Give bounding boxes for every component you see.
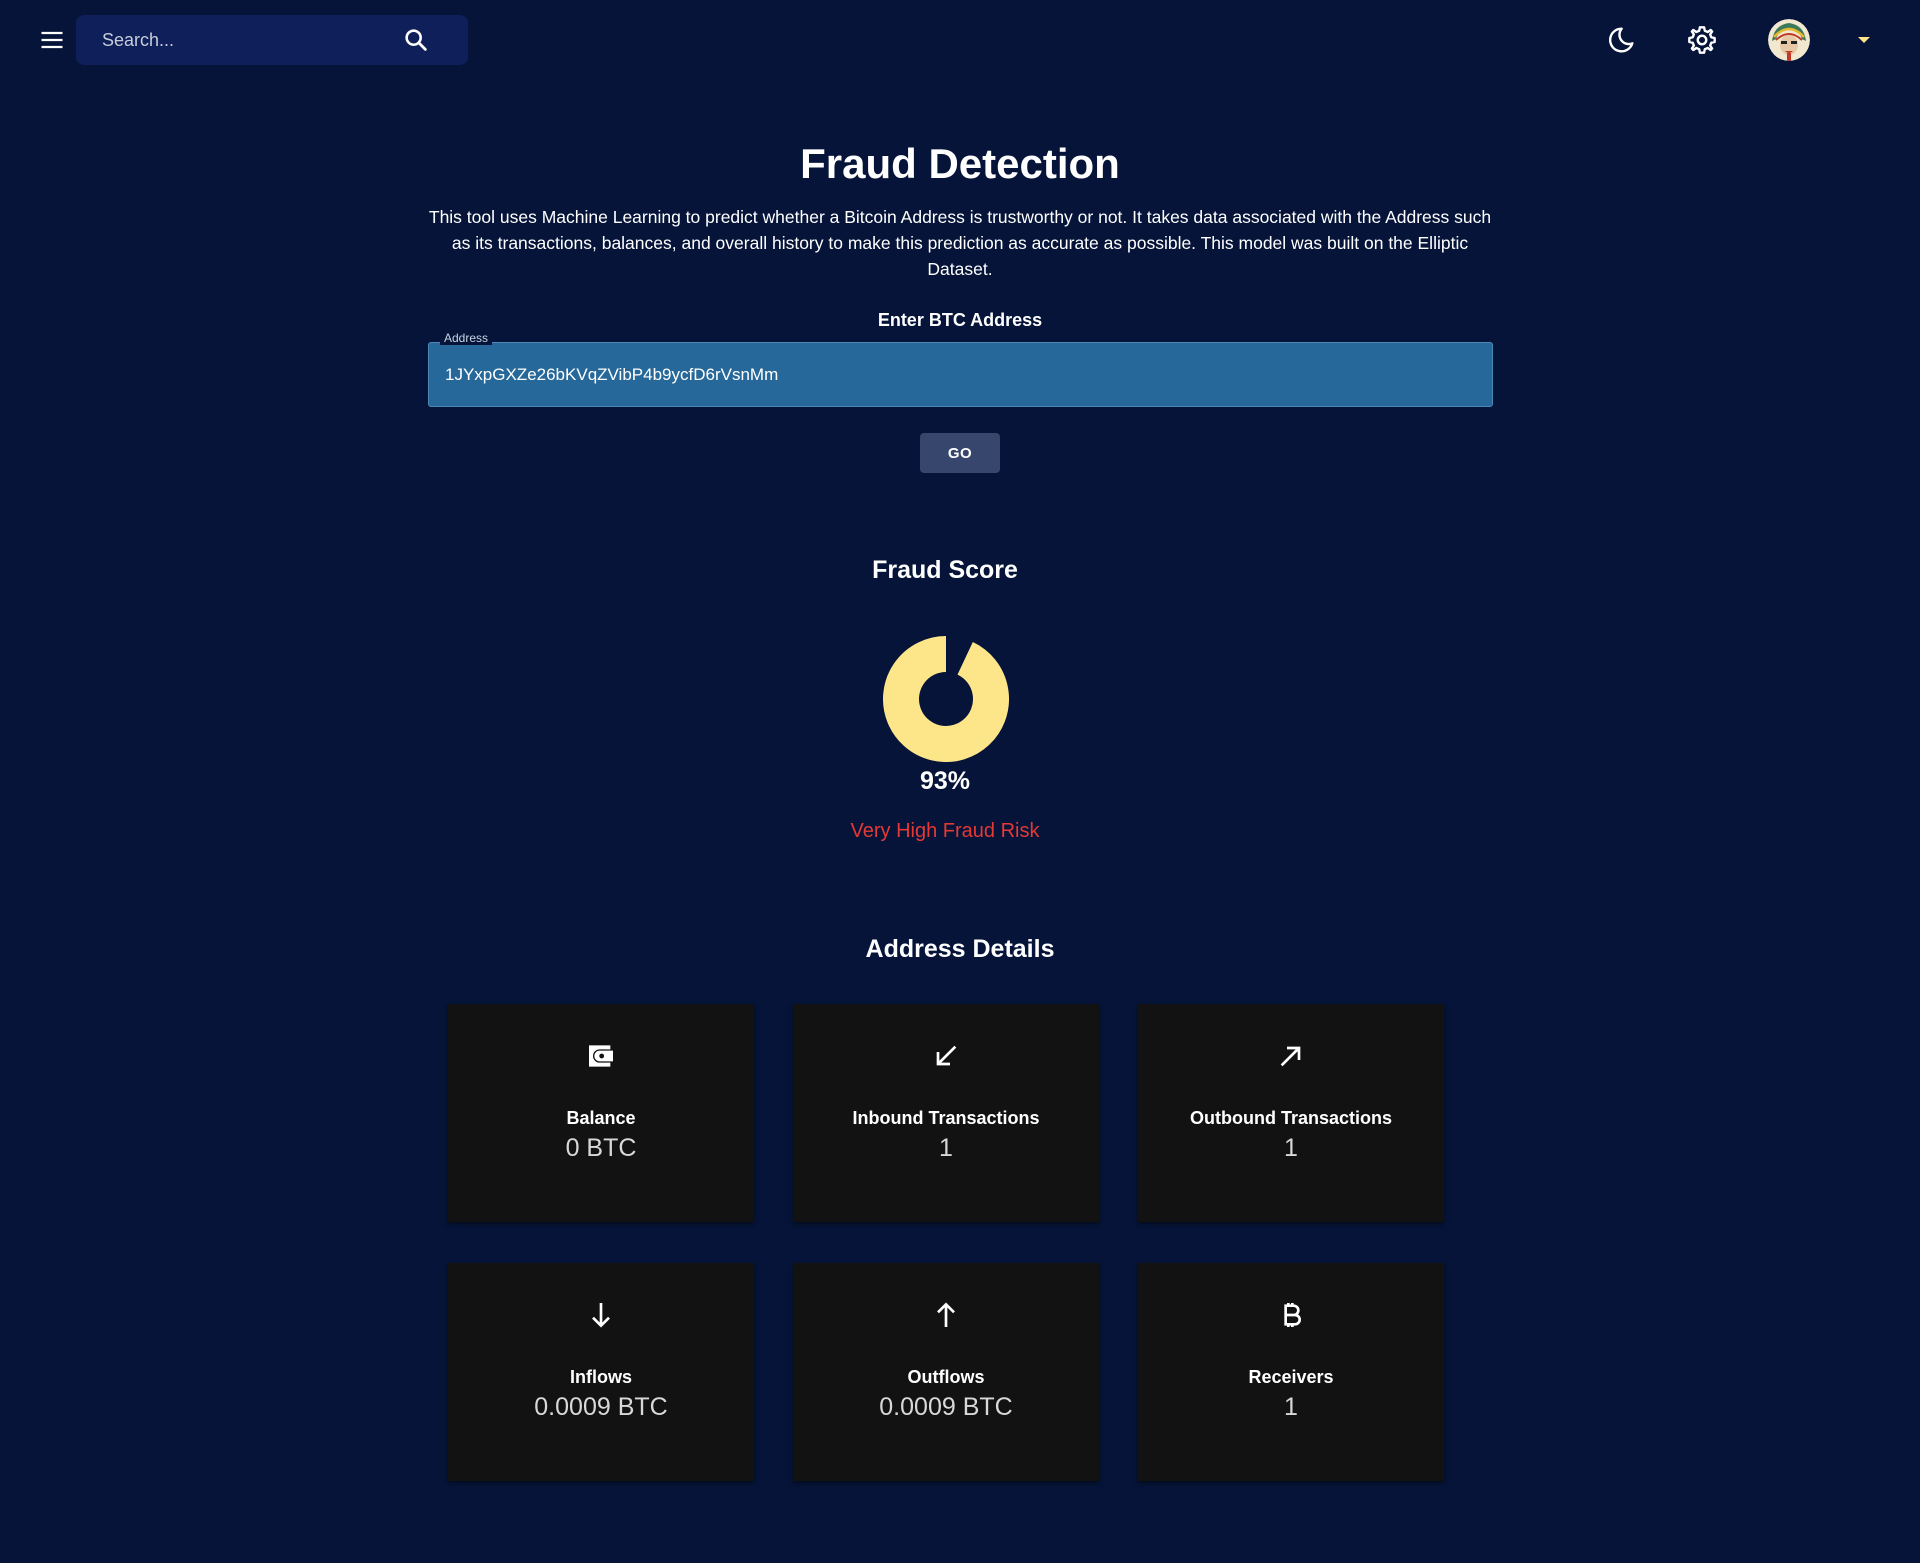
card-value: 0.0009 BTC <box>534 1393 668 1421</box>
receivers-card: Receivers 1 <box>1138 1263 1444 1481</box>
page-description: This tool uses Machine Learning to predi… <box>428 207 1492 279</box>
search-icon[interactable] <box>402 26 430 54</box>
card-value: 1 <box>1284 1134 1298 1162</box>
arrow-down-icon <box>592 1303 610 1328</box>
card-label: Balance <box>566 1108 636 1128</box>
address-field <box>428 342 1493 407</box>
card-value: 1 <box>939 1134 953 1162</box>
inbound-transactions-card: Inbound Transactions 1 <box>793 1004 1099 1222</box>
outbound-transactions-card: Outbound Transactions 1 <box>1138 1004 1444 1222</box>
arrow-down-left-icon <box>936 1045 957 1066</box>
top-app-bar <box>0 0 1920 80</box>
bitcoin-icon <box>1284 1303 1301 1327</box>
address-input[interactable] <box>445 343 1475 406</box>
arrow-up-icon <box>937 1302 955 1327</box>
fraud-score-title: Fraud Score <box>872 556 1018 584</box>
search-input[interactable] <box>102 15 402 65</box>
address-details-title: Address Details <box>865 935 1055 963</box>
card-label: Receivers <box>1248 1367 1334 1387</box>
address-prompt-label: Enter BTC Address <box>877 310 1043 330</box>
caret-down-icon[interactable] <box>1856 32 1872 48</box>
card-value: 0.0009 BTC <box>879 1393 1013 1421</box>
menu-icon[interactable] <box>38 26 66 54</box>
moon-icon[interactable] <box>1605 24 1637 56</box>
arrow-up-right-icon <box>1280 1046 1301 1067</box>
balance-card: Balance 0 BTC <box>448 1004 754 1222</box>
avatar[interactable] <box>1768 19 1810 61</box>
address-field-label: Address <box>440 331 493 345</box>
card-label: Inbound Transactions <box>852 1108 1040 1128</box>
card-label: Inflows <box>570 1367 632 1387</box>
inflows-card: Inflows 0.0009 BTC <box>448 1263 754 1481</box>
card-label: Outflows <box>907 1367 985 1387</box>
fraud-score-value: 93% <box>919 767 971 795</box>
go-button[interactable]: GO <box>920 433 1000 473</box>
fraud-score-gauge <box>883 636 1009 762</box>
card-label: Outbound Transactions <box>1189 1108 1392 1128</box>
gear-icon[interactable] <box>1686 24 1718 56</box>
wallet-icon <box>589 1045 613 1067</box>
page-title: Fraud Detection <box>800 140 1120 187</box>
outflows-card: Outflows 0.0009 BTC <box>793 1263 1099 1481</box>
fraud-risk-label: Very High Fraud Risk <box>850 820 1040 842</box>
card-value: 1 <box>1284 1393 1298 1421</box>
card-value: 0 BTC <box>565 1134 637 1162</box>
avatar-image <box>1768 19 1810 61</box>
